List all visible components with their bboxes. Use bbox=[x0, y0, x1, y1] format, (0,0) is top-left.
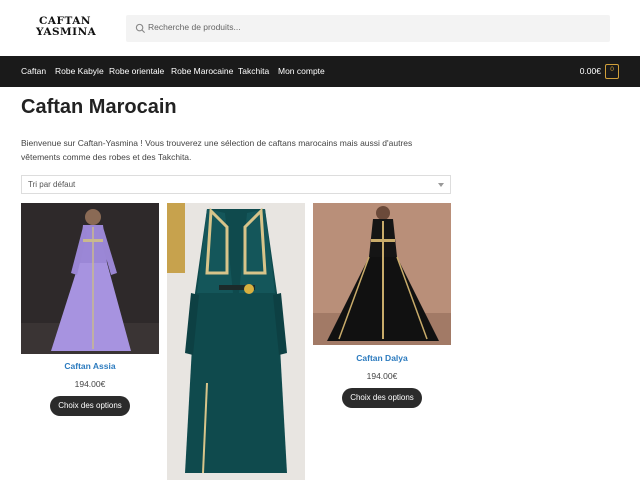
product-title-caftan-dalya[interactable]: Caftan Dalya bbox=[313, 353, 451, 363]
category-description: Bienvenue sur Caftan-Yasmina ! Vous trou… bbox=[21, 136, 451, 164]
product-photo-teal-velvet-caftan bbox=[167, 203, 305, 480]
page-title: Caftan Marocain bbox=[21, 96, 177, 118]
product-title-caftan-assia[interactable]: Caftan Assia bbox=[21, 361, 159, 371]
search-placeholder: Recherche de produits... bbox=[148, 22, 241, 32]
choose-options-button-caftan-dalya[interactable]: Choix des options bbox=[342, 388, 422, 408]
intro-line-2: vêtements comme des robes et des Takchit… bbox=[21, 152, 192, 162]
site-logo[interactable]: CAFTAN YASMINA bbox=[36, 16, 97, 40]
chevron-down-icon bbox=[438, 183, 444, 187]
product-price-caftan-assia: 194.00€ bbox=[74, 379, 106, 389]
logo-line-2: YASMINA bbox=[36, 26, 97, 38]
nav-item-takchita[interactable]: Takchita bbox=[238, 66, 269, 76]
search-icon bbox=[135, 23, 146, 34]
product-photo-black-caftan bbox=[313, 203, 451, 345]
nav-item-caftan[interactable]: Caftan bbox=[21, 66, 46, 76]
nav-item-robe-kabyle[interactable]: Robe Kabyle bbox=[55, 66, 104, 76]
site-header: CAFTAN YASMINA Recherche de produits... bbox=[0, 0, 640, 56]
product-image-caftan-assia[interactable] bbox=[21, 203, 159, 354]
product-image-caftan-dalya[interactable] bbox=[313, 203, 451, 345]
nav-item-robe-marocaine[interactable]: Robe Marocaine bbox=[171, 66, 233, 76]
cart-total[interactable]: 0.00€ bbox=[580, 66, 601, 76]
nav-item-robe-orientale[interactable]: Robe orientale bbox=[109, 66, 164, 76]
product-image-teal-caftan[interactable] bbox=[167, 203, 305, 480]
search-input[interactable]: Recherche de produits... bbox=[126, 15, 610, 42]
main-navigation: Caftan Robe Kabyle Robe orientale Robe M… bbox=[0, 56, 640, 87]
cart-count: 0 bbox=[610, 66, 614, 73]
intro-line-1: Bienvenue sur Caftan-Yasmina ! Vous trou… bbox=[21, 138, 413, 148]
sort-select-value: Tri par défaut bbox=[28, 180, 76, 189]
nav-item-mon-compte[interactable]: Mon compte bbox=[278, 66, 325, 76]
choose-options-button-caftan-assia[interactable]: Choix des options bbox=[50, 396, 130, 416]
product-price-caftan-dalya: 194.00€ bbox=[366, 371, 398, 381]
sort-select[interactable]: Tri par défaut bbox=[21, 175, 451, 194]
product-photo-lavender-gown bbox=[21, 203, 159, 354]
